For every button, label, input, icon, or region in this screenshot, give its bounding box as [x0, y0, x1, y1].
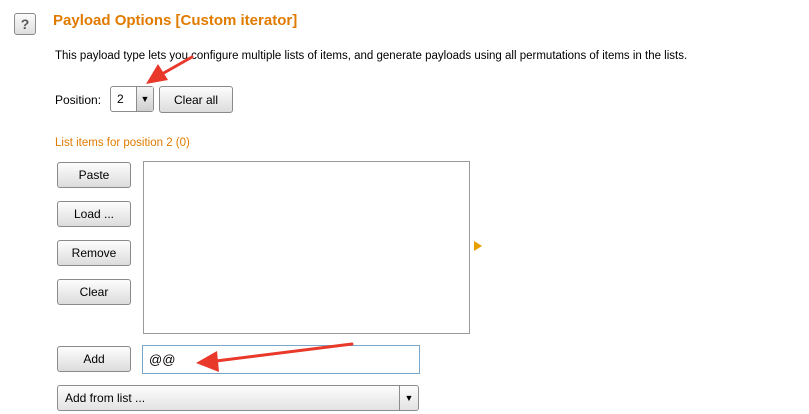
clear-button[interactable]: Clear: [57, 279, 131, 305]
add-from-list-select[interactable]: Add from list ... ▼: [57, 385, 419, 411]
question-mark-icon: ?: [20, 16, 30, 32]
description-text: This payload type lets you configure mul…: [55, 50, 688, 62]
position-label: Position:: [55, 93, 102, 107]
list-items-heading: List items for position 2 (0): [55, 137, 190, 149]
list-items-box[interactable]: [143, 161, 470, 334]
paste-button[interactable]: Paste: [57, 162, 131, 188]
add-from-list-label: Add from list ...: [65, 391, 146, 405]
help-button[interactable]: ?: [14, 13, 36, 35]
add-button[interactable]: Add: [57, 346, 131, 372]
load-button[interactable]: Load ...: [57, 201, 131, 227]
position-select[interactable]: 2 ▼: [110, 86, 154, 112]
section-title: Payload Options [Custom iterator]: [53, 12, 298, 29]
clear-all-button[interactable]: Clear all: [159, 86, 233, 113]
add-item-input[interactable]: [142, 345, 420, 374]
triangle-down-icon[interactable]: ▼: [399, 386, 418, 410]
position-select-value: 2: [117, 92, 124, 106]
triangle-right-icon[interactable]: [474, 241, 482, 251]
triangle-down-icon[interactable]: ▼: [136, 87, 153, 111]
remove-button[interactable]: Remove: [57, 240, 131, 266]
